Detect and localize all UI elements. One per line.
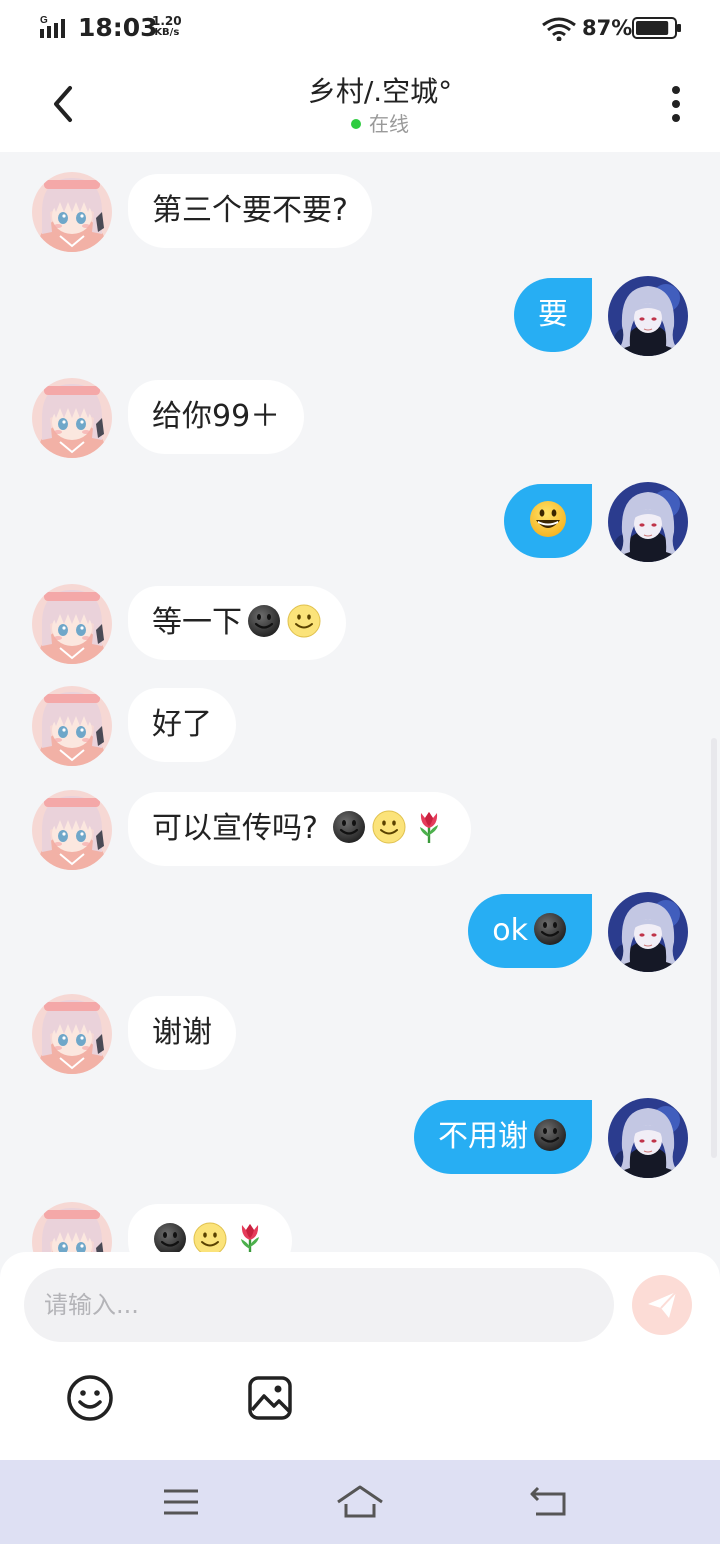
message-row: 可以宣传吗?: [0, 790, 720, 872]
message-bubble[interactable]: 不用谢: [414, 1100, 592, 1174]
message-row: 谢谢: [0, 994, 720, 1076]
message-bubble[interactable]: ok: [468, 894, 592, 968]
tulip-icon: [232, 1221, 268, 1252]
message-row: 不用谢: [0, 1098, 720, 1180]
contact-avatar[interactable]: [32, 790, 112, 870]
slightly-smiling-face-icon: [286, 603, 322, 639]
message-bubble[interactable]: 可以宣传吗?: [128, 792, 472, 866]
message-bubble[interactable]: 给你99＋: [128, 380, 305, 454]
clock: 18:03: [78, 13, 158, 42]
contact-avatar[interactable]: [32, 1202, 112, 1252]
status-bar: G 18:03 1.20 KB/s 87%: [0, 0, 720, 56]
message-text: 要: [538, 297, 568, 332]
message-bubble[interactable]: 好了: [128, 688, 236, 762]
message-text: 不用谢: [438, 1119, 528, 1154]
tulip-icon: [411, 809, 447, 845]
my-avatar[interactable]: [608, 892, 688, 972]
emoji-button[interactable]: [66, 1374, 114, 1422]
message-row: 等一下: [0, 584, 720, 666]
network-speed: 1.20 KB/s: [152, 14, 182, 38]
message-bubble[interactable]: 谢谢: [128, 996, 236, 1070]
online-status: 在线: [0, 108, 720, 137]
contact-avatar[interactable]: [32, 686, 112, 766]
slightly-smiling-face-icon: [371, 809, 407, 845]
message-text: 好了: [152, 707, 212, 742]
message-text: ok: [492, 913, 528, 948]
message-bubble[interactable]: 要: [514, 278, 592, 352]
dark-smiley-icon: [532, 911, 568, 947]
my-avatar[interactable]: [608, 482, 688, 562]
contact-avatar[interactable]: [32, 994, 112, 1074]
contact-avatar[interactable]: [32, 378, 112, 458]
chat-title: 乡村/.空城°: [307, 75, 453, 108]
send-icon: [648, 1291, 677, 1318]
message-text: 谢谢: [152, 1015, 212, 1050]
message-row: 第三个要不要?: [0, 172, 720, 254]
message-row: [0, 482, 720, 564]
dark-smiley-icon: [331, 809, 367, 845]
message-text: 给你99＋: [152, 399, 281, 434]
my-avatar[interactable]: [608, 276, 688, 356]
message-row: ok: [0, 892, 720, 974]
message-bubble[interactable]: 第三个要不要?: [128, 174, 372, 248]
message-list[interactable]: 第三个要不要? 要给你99＋ 等一下好了可以宣传吗? ok 谢谢不用谢: [0, 152, 720, 1252]
wifi-icon: [542, 17, 576, 41]
menu-icon[interactable]: [162, 1486, 200, 1518]
message-row: 给你99＋: [0, 378, 720, 460]
message-text: 可以宣传吗?: [152, 811, 328, 846]
message-row: 好了: [0, 686, 720, 768]
image-button[interactable]: [246, 1374, 294, 1422]
message-text: 等一下: [152, 605, 242, 640]
my-avatar[interactable]: [608, 1098, 688, 1178]
grinning-face-icon: [528, 499, 568, 539]
return-icon[interactable]: [528, 1484, 570, 1518]
battery-percent: 87%: [582, 16, 633, 40]
battery-icon: [632, 17, 681, 39]
dark-smiley-icon: [152, 1221, 188, 1252]
message-bubble[interactable]: [128, 1204, 292, 1252]
message-input[interactable]: [24, 1268, 614, 1342]
signal-icon: G: [40, 15, 65, 38]
dark-smiley-icon: [532, 1117, 568, 1153]
network-type: G: [40, 15, 48, 26]
more-options-button[interactable]: [660, 84, 692, 124]
send-button[interactable]: [632, 1275, 692, 1335]
slightly-smiling-face-icon: [192, 1221, 228, 1252]
message-bubble[interactable]: [504, 484, 592, 558]
system-nav-bar: [0, 1460, 720, 1544]
home-icon[interactable]: [334, 1482, 386, 1522]
online-dot-icon: [351, 118, 361, 129]
message-row: [0, 1202, 720, 1252]
dark-smiley-icon: [246, 603, 282, 639]
chat-header: 乡村/.空城° 在线: [0, 56, 720, 152]
message-row: 要: [0, 276, 720, 358]
scrollbar[interactable]: [711, 738, 717, 1158]
message-bubble[interactable]: 等一下: [128, 586, 346, 660]
contact-avatar[interactable]: [32, 172, 112, 252]
contact-avatar[interactable]: [32, 584, 112, 664]
input-panel: [0, 1252, 720, 1460]
message-text: 第三个要不要?: [152, 193, 348, 228]
